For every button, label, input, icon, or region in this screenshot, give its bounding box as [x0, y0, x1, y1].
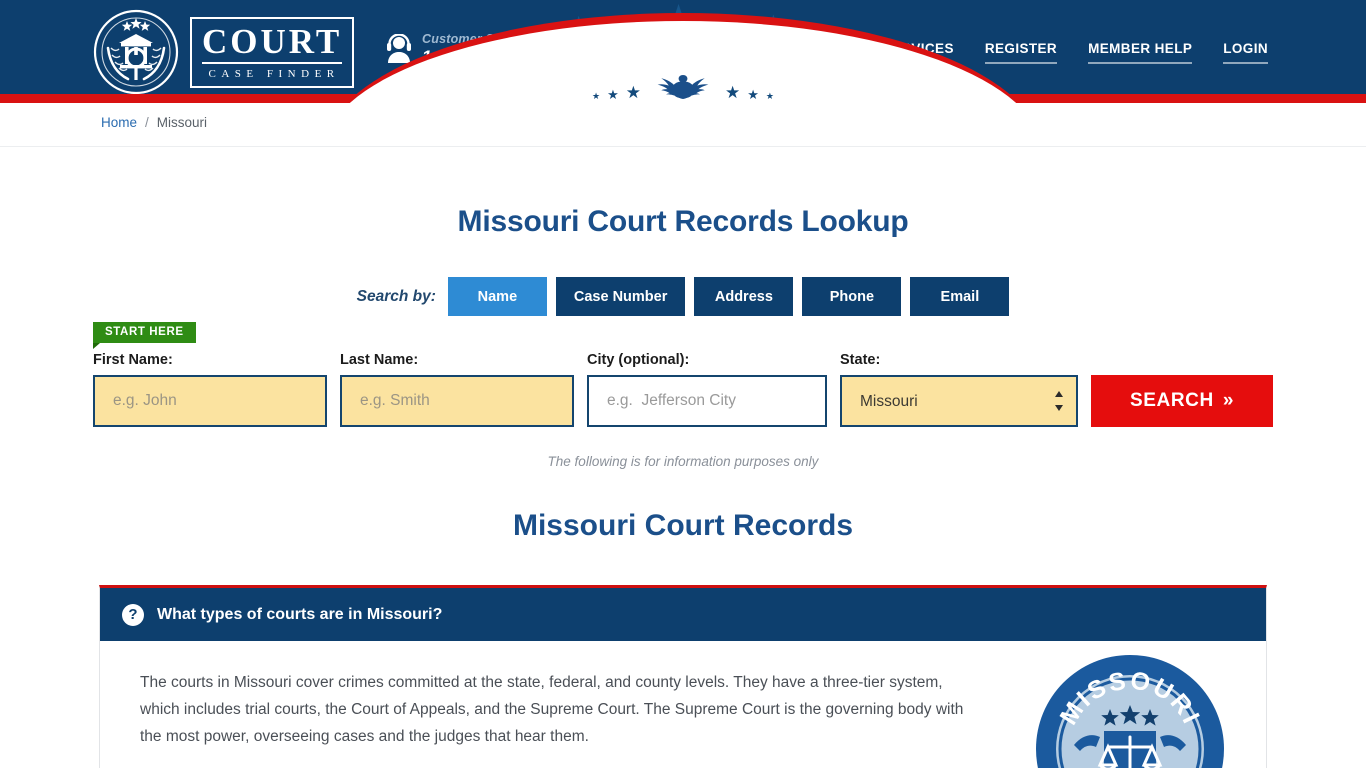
breadcrumb-bar: Home / Missouri: [0, 103, 1366, 147]
last-name-input[interactable]: [340, 375, 574, 427]
logo-wordmark: COURT CASE FINDER: [190, 16, 355, 88]
site-header: ★ ★ ★ ★ ★: [0, 0, 1366, 103]
site-logo[interactable]: COURT CASE FINDER: [92, 6, 355, 98]
first-name-field-group: First Name:: [93, 352, 327, 427]
search-by-tabs: Search by: Name Case Number Address Phon…: [0, 277, 1366, 316]
tab-phone[interactable]: Phone: [802, 277, 902, 316]
search-by-label: Search by:: [356, 287, 436, 305]
double-chevron-right-icon: »: [1222, 390, 1234, 411]
search-button-label: SEARCH: [1129, 390, 1214, 411]
tab-email[interactable]: Email: [910, 277, 1010, 316]
faq-panel-body: The courts in Missouri cover crimes comm…: [100, 641, 1266, 768]
city-field-group: City (optional):: [587, 352, 827, 427]
tab-address[interactable]: Address: [694, 277, 794, 316]
tab-name[interactable]: Name: [447, 277, 547, 316]
faq-panel: ? What types of courts are in Missouri? …: [99, 585, 1267, 768]
breadcrumb-current: Missouri: [156, 115, 208, 130]
breadcrumb-separator: /: [145, 115, 149, 130]
question-mark-icon: ?: [122, 603, 144, 626]
nav-item-register[interactable]: REGISTER: [984, 41, 1058, 64]
search-form: START HERE First Name: Last Name: City (…: [93, 316, 1273, 427]
first-name-input[interactable]: [93, 375, 327, 427]
main-content: Missouri Court Records Lookup Search by:…: [0, 205, 1366, 768]
faq-question-title: What types of courts are in Missouri?: [157, 605, 443, 623]
city-label: City (optional):: [587, 352, 690, 368]
first-name-label: First Name:: [93, 352, 173, 368]
faq-panel-header[interactable]: ? What types of courts are in Missouri?: [100, 588, 1266, 641]
page-title: Missouri Court Records Lookup: [457, 205, 909, 238]
last-name-field-group: Last Name:: [340, 352, 574, 427]
breadcrumb-home[interactable]: Home: [101, 115, 137, 130]
court-seal-icon: [92, 8, 180, 96]
logo-subtitle: CASE FINDER: [208, 67, 340, 80]
state-label: State:: [840, 352, 881, 368]
faq-paragraph-1: The courts in Missouri cover crimes comm…: [140, 674, 964, 745]
tab-case-number[interactable]: Case Number: [555, 277, 686, 316]
state-select[interactable]: Missouri: [840, 375, 1078, 427]
logo-word: COURT: [202, 24, 343, 64]
eagle-emblem-icon: ★ ★ ★ ★ ★ ★: [592, 70, 774, 101]
form-disclaimer: The following is for information purpose…: [547, 454, 819, 469]
search-button[interactable]: SEARCH »: [1091, 375, 1273, 427]
breadcrumb: Home / Missouri: [101, 115, 207, 130]
nav-item-member-help[interactable]: MEMBER HELP: [1088, 41, 1193, 64]
city-input[interactable]: [587, 375, 827, 427]
section-title: Missouri Court Records: [512, 509, 854, 542]
last-name-label: Last Name:: [340, 352, 419, 368]
headset-agent-icon: [386, 33, 412, 64]
missouri-state-seal-icon: MISSOURI: [1034, 653, 1226, 768]
nav-item-login[interactable]: LOGIN: [1223, 41, 1268, 64]
state-field-group: State: Missouri: [840, 352, 1078, 427]
